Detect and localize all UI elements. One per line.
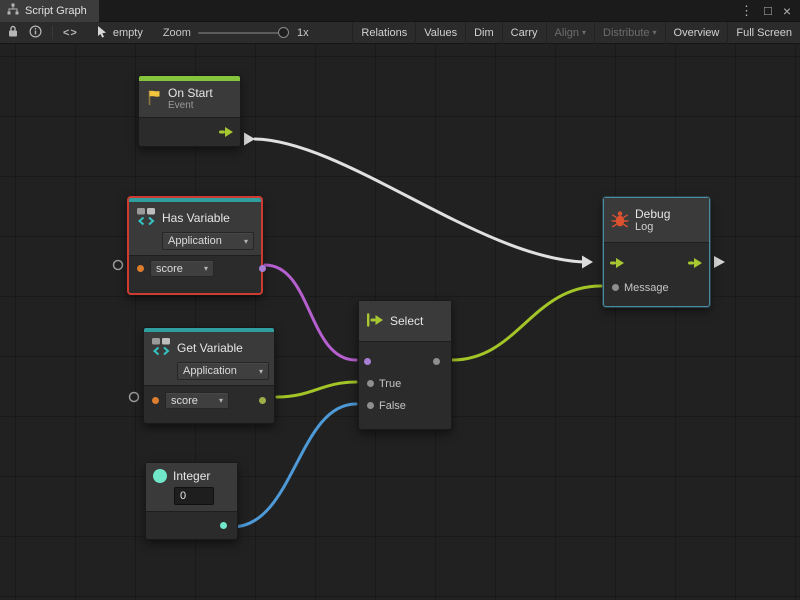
distribute-dropdown-button: Distribute▾ <box>594 22 664 44</box>
zoom-value: 1x <box>297 27 309 39</box>
getvariable-target-port[interactable] <box>130 393 139 402</box>
false-port-label: False <box>379 400 406 412</box>
true-row: True <box>359 373 451 395</box>
zoom-control: Zoom 1x <box>163 27 309 39</box>
control-input-port[interactable] <box>610 257 625 269</box>
node-title: Has Variable <box>162 211 230 225</box>
node-has-variable[interactable]: Has Variable Application ▾ score ▾ <box>127 196 263 295</box>
true-input-port[interactable] <box>367 380 374 387</box>
node-subtitle: Log <box>635 221 670 233</box>
info-icon[interactable] <box>29 25 42 41</box>
value-output-port[interactable] <box>259 397 266 404</box>
chevron-down-icon: ▾ <box>259 367 263 376</box>
integer-literal-icon <box>153 469 167 483</box>
carry-button[interactable]: Carry <box>502 22 546 44</box>
close-icon[interactable]: × <box>783 0 791 22</box>
hasvariable-target-port[interactable] <box>114 261 123 270</box>
node-select[interactable]: Select True False <box>358 300 452 430</box>
true-port-label: True <box>379 378 401 390</box>
message-input-port[interactable] <box>612 284 619 291</box>
variable-name-dropdown[interactable]: score ▾ <box>165 392 229 409</box>
node-title: Integer <box>173 469 210 483</box>
graph-toolbar: <> empty Zoom 1x Relations Values Dim Ca… <box>0 22 800 44</box>
graph-reference[interactable]: empty <box>96 25 143 41</box>
dim-button[interactable]: Dim <box>465 22 502 44</box>
node-subtitle: Event <box>168 100 213 112</box>
zoom-slider-handle[interactable] <box>278 27 289 38</box>
control-row <box>604 250 709 275</box>
node-title: Select <box>390 314 423 328</box>
pointer-icon <box>96 25 108 41</box>
node-on-start[interactable]: On Start Event <box>138 75 241 147</box>
bug-icon <box>611 210 629 231</box>
chevron-down-icon: ▾ <box>204 264 208 273</box>
selector-input-port[interactable] <box>364 358 371 365</box>
unity-script-graph-window: Script Graph ⋮ □ × < <box>0 0 800 600</box>
chevron-down-icon: ▾ <box>219 396 223 405</box>
kebab-menu-icon[interactable]: ⋮ <box>740 0 753 22</box>
node-title: On Start <box>168 86 213 100</box>
align-dropdown-button: Align▾ <box>546 22 594 44</box>
maximize-icon[interactable]: □ <box>764 0 772 22</box>
relations-button[interactable]: Relations <box>352 22 415 44</box>
toolbar-buttons: Relations Values Dim Carry Align▾ Distri… <box>352 22 800 44</box>
select-icon <box>366 313 384 330</box>
node-get-variable[interactable]: Get Variable Application ▾ score ▾ <box>143 327 275 424</box>
values-button[interactable]: Values <box>415 22 465 44</box>
variable-kind-dropdown[interactable]: Application ▾ <box>162 232 254 250</box>
window-controls: ⋮ □ × <box>740 0 800 22</box>
flag-icon <box>146 89 162 109</box>
integer-output-port[interactable] <box>220 522 227 529</box>
control-output-port[interactable] <box>219 126 234 138</box>
zoom-slider-track[interactable] <box>198 32 284 34</box>
graph-tab-icon <box>7 3 19 18</box>
full-screen-button[interactable]: Full Screen <box>727 22 800 44</box>
control-output-port[interactable] <box>688 257 703 269</box>
zoom-label: Zoom <box>163 27 191 39</box>
graph-reference-label: empty <box>113 27 143 39</box>
integer-value-input[interactable] <box>174 487 214 505</box>
selector-row <box>359 351 451 373</box>
message-port-label: Message <box>624 282 669 294</box>
chevron-down-icon: ▾ <box>582 28 586 37</box>
lock-icon[interactable] <box>7 25 19 41</box>
tab-title: Script Graph <box>25 5 87 17</box>
node-title: Debug <box>635 207 670 221</box>
select-output-port[interactable] <box>433 358 440 365</box>
boolean-output-port[interactable] <box>259 265 266 272</box>
chevron-down-icon: ▾ <box>653 28 657 37</box>
node-title: Get Variable <box>177 341 243 355</box>
overview-button[interactable]: Overview <box>665 22 728 44</box>
variable-kind-dropdown[interactable]: Application ▾ <box>177 362 269 380</box>
variables-icon <box>136 207 157 229</box>
code-view-icon[interactable]: <> <box>63 27 78 39</box>
false-row: False <box>359 395 451 417</box>
chevron-down-icon: ▾ <box>244 237 248 246</box>
false-input-port[interactable] <box>367 402 374 409</box>
variable-name-type-dot[interactable] <box>137 265 144 272</box>
variables-icon <box>151 337 172 359</box>
node-integer[interactable]: Integer <box>145 462 238 540</box>
variable-name-dropdown[interactable]: score ▾ <box>150 260 214 277</box>
node-debug-log[interactable]: Debug Log <box>603 197 710 307</box>
toolbar-separator <box>52 26 53 39</box>
tab-script-graph[interactable]: Script Graph <box>0 0 99 22</box>
variable-name-type-dot[interactable] <box>152 397 159 404</box>
toolbar-left-group: <> <box>0 25 78 41</box>
message-row: Message <box>604 275 709 300</box>
title-bar: Script Graph ⋮ □ × <box>0 0 800 22</box>
